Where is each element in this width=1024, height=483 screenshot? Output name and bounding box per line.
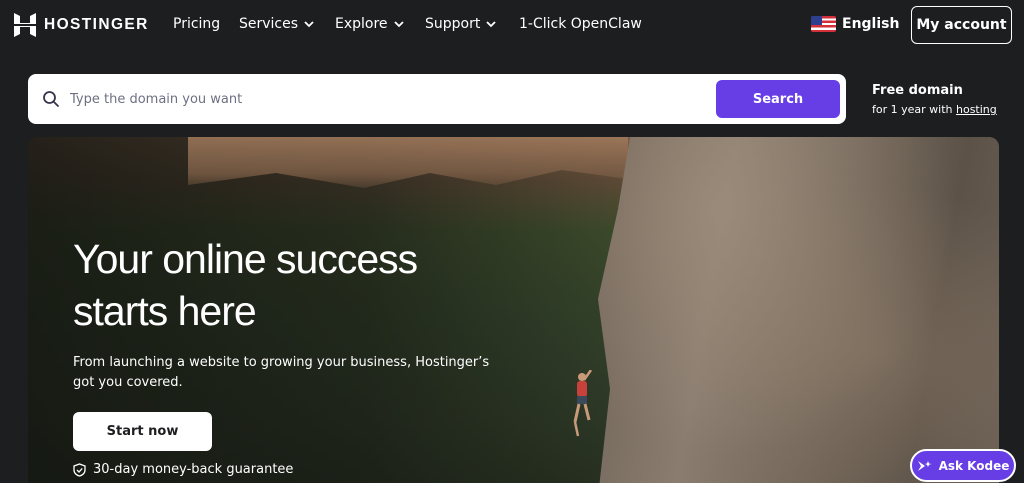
nav-item-pricing[interactable]: Pricing — [173, 16, 220, 32]
hero-background-ridge — [188, 137, 628, 188]
hero-title: Your online success starts here — [73, 233, 493, 337]
search-button[interactable]: Search — [716, 80, 840, 118]
guarantee-label: 30-day money-back guarantee — [93, 462, 294, 477]
nav-item-support[interactable]: Support — [425, 16, 497, 32]
nav-item-label: 1-Click OpenClaw — [519, 16, 642, 32]
hero-banner: Your online success starts here From lau… — [28, 137, 999, 483]
free-domain-subtitle: for 1 year with hosting — [872, 103, 1012, 116]
ask-kodee-label: Ask Kodee — [938, 458, 1010, 473]
nav-item-explore[interactable]: Explore — [335, 16, 405, 32]
free-domain-subtitle-text: for 1 year with — [872, 103, 956, 116]
hero-title-line-2: starts here — [73, 288, 257, 334]
language-label: English — [842, 16, 900, 32]
hero-title-line-1: Your online success — [73, 236, 418, 282]
top-navigation: HOSTINGER Pricing Services Explore Suppo… — [0, 0, 1024, 52]
language-selector[interactable]: English — [811, 16, 899, 32]
hostinger-logo-icon — [14, 13, 36, 37]
nav-item-label: Services — [239, 16, 299, 32]
kodee-sparkle-icon — [917, 460, 932, 471]
free-domain-title: Free domain — [872, 83, 963, 98]
my-account-button[interactable]: My account — [911, 6, 1012, 44]
brand-name: HOSTINGER — [44, 16, 149, 33]
free-domain-promo: Free domain for 1 year with hosting — [872, 83, 1012, 116]
domain-search-input[interactable] — [70, 84, 730, 114]
climber-image — [573, 370, 593, 437]
start-now-button[interactable]: Start now — [73, 412, 212, 451]
nav-item-label: Pricing — [173, 16, 221, 32]
hero-background-cliff — [598, 137, 999, 483]
chevron-down-icon — [304, 21, 314, 28]
money-back-guarantee: 30-day money-back guarantee — [73, 462, 293, 477]
nav-item-services[interactable]: Services — [239, 16, 315, 32]
hero-subtitle: From launching a website to growing your… — [73, 355, 490, 390]
nav-item-openclaw[interactable]: 1-Click OpenClaw — [519, 16, 642, 32]
nav-item-label: Explore — [335, 16, 388, 32]
hosting-link[interactable]: hosting — [956, 103, 997, 116]
search-icon — [43, 91, 59, 107]
domain-search-bar: Search — [28, 74, 846, 124]
chevron-down-icon — [486, 21, 496, 28]
us-flag-icon — [811, 16, 836, 32]
chevron-down-icon — [393, 21, 404, 28]
nav-item-label: Support — [425, 16, 481, 32]
hostinger-logo[interactable]: HOSTINGER — [14, 13, 149, 37]
shield-check-icon — [73, 462, 86, 477]
ask-kodee-button[interactable]: Ask Kodee — [910, 449, 1016, 482]
